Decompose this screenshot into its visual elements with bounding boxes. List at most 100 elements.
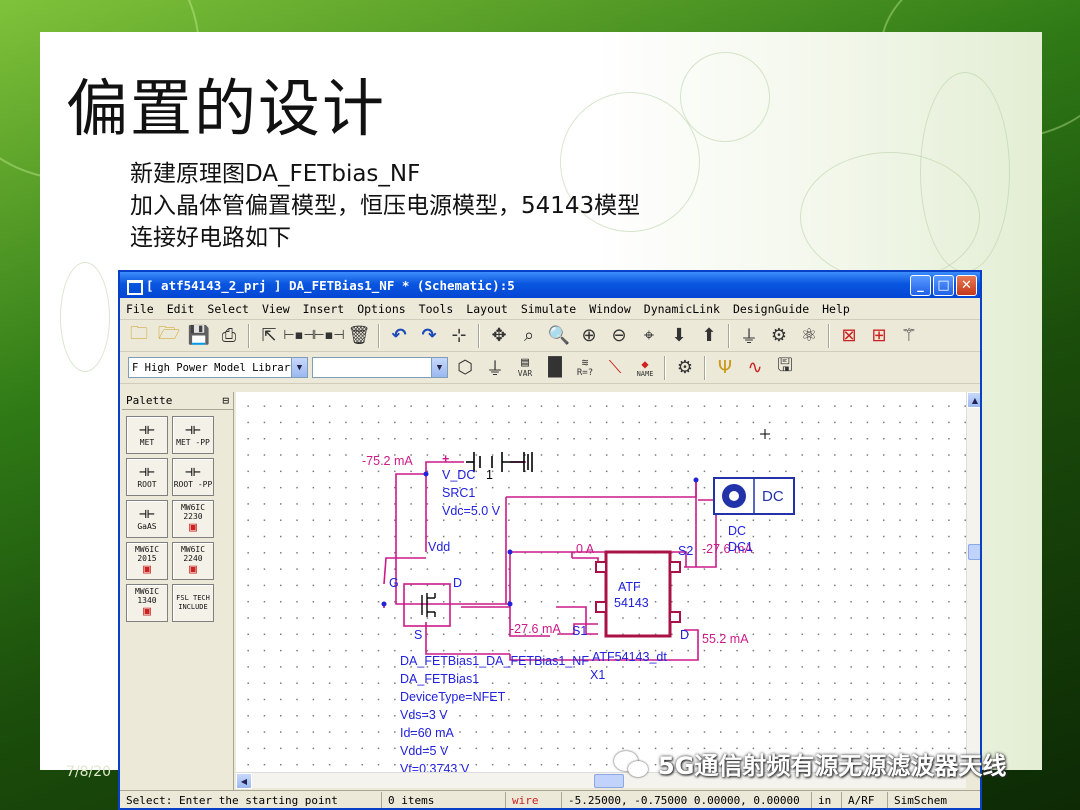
- library-select-value: F High Power Model Library: [132, 361, 291, 374]
- ground-wire-icon[interactable]: ⏚: [736, 323, 762, 349]
- bullet-3: 连接好电路如下: [130, 225, 291, 251]
- scroll-up-icon[interactable]: ▲: [967, 392, 980, 408]
- menu-designguide[interactable]: DesignGuide: [733, 302, 809, 316]
- simulate-icon[interactable]: ⚙: [766, 323, 792, 349]
- wire: [506, 480, 697, 498]
- atf-model-label: ATF54143_dt: [592, 650, 667, 664]
- schematic-canvas[interactable]: -75.2 mA + 1 V_DC SRC1 Vdc=5.0 V Vdd G D…: [236, 392, 966, 772]
- zoom-area-icon[interactable]: ⌕: [516, 323, 542, 349]
- palette-item-mw6ic-2240[interactable]: MW6IC 2240 ▣: [172, 542, 214, 580]
- palette-item-gaas[interactable]: ⊣⊢ GaAS: [126, 500, 168, 538]
- slide-title: 偏置的设计: [66, 72, 387, 145]
- palette-item-met[interactable]: ⊣⊢ MET: [126, 416, 168, 454]
- save-data-icon[interactable]: 🖫: [772, 355, 798, 381]
- menu-help[interactable]: Help: [822, 302, 850, 316]
- save-icon[interactable]: 💾: [186, 323, 212, 349]
- component-ports2-icon[interactable]: ⊢▪⊣: [313, 323, 344, 349]
- ads-schematic-window: [ atf54143_2_prj ] DA_FETBias1_NF * (Sch…: [118, 270, 982, 810]
- gate-pin-label: G: [389, 576, 399, 590]
- open-folder-icon[interactable]: 🗁: [156, 323, 182, 349]
- name-icon[interactable]: ◆ NAME: [632, 355, 658, 381]
- maximize-button[interactable]: □: [933, 274, 954, 296]
- vertical-scroll-thumb[interactable]: [968, 544, 980, 560]
- component-palette: Palette ⊟ ⊣⊢ MET ⊣⊢ MET -PP ⊣⊢ ROOT ⊣⊢ ROOT …: [122, 392, 234, 790]
- menu-select[interactable]: Select: [207, 302, 249, 316]
- redo-icon[interactable]: ↷: [416, 323, 442, 349]
- menu-file[interactable]: File: [126, 302, 154, 316]
- pop-up-icon[interactable]: ⬆: [696, 323, 722, 349]
- snap-icon[interactable]: ⊹: [446, 323, 472, 349]
- transistor-icon: ⊣⊢: [139, 464, 155, 480]
- menu-options[interactable]: Options: [357, 302, 405, 316]
- palette-item-fsl-tech-include[interactable]: FSL TECH INCLUDE: [172, 584, 214, 622]
- deactivate-icon[interactable]: ⊠: [836, 323, 862, 349]
- dock-icon[interactable]: ⊟: [222, 394, 229, 407]
- palette-item-root-pp[interactable]: ⊣⊢ ROOT -PP: [172, 458, 214, 496]
- atf-label-2: 54143: [614, 596, 649, 610]
- pin-box: [595, 601, 607, 613]
- zoom-in-icon[interactable]: 🔍: [546, 323, 572, 349]
- source-pin-label: S: [414, 628, 423, 642]
- new-folder-icon[interactable]: 🗀: [126, 323, 152, 349]
- tune-icon[interactable]: ⚛: [796, 323, 822, 349]
- close-button[interactable]: ✕: [956, 274, 977, 296]
- menu-tools[interactable]: Tools: [419, 302, 454, 316]
- tuning-fork-icon[interactable]: Ψ: [712, 355, 738, 381]
- print-icon[interactable]: ⎙: [216, 323, 242, 349]
- bias-label-4: Vds=3 V: [400, 708, 448, 722]
- minimize-button[interactable]: _: [910, 274, 931, 296]
- bias-label-2: DA_FETBias1: [400, 672, 480, 686]
- ground-icon[interactable]: ⏚: [482, 355, 508, 381]
- bar-chart-icon[interactable]: ▐▌: [541, 355, 569, 381]
- menu-simulate[interactable]: Simulate: [521, 302, 576, 316]
- wire-line-icon[interactable]: ⟍: [602, 355, 628, 381]
- pin-box: [669, 611, 681, 623]
- undo-icon[interactable]: ↶: [386, 323, 412, 349]
- menu-layout[interactable]: Layout: [466, 302, 508, 316]
- palette-item-met-pp[interactable]: ⊣⊢ MET -PP: [172, 416, 214, 454]
- chevron-down-icon[interactable]: ▼: [291, 358, 307, 377]
- menu-window[interactable]: Window: [589, 302, 631, 316]
- move-icon[interactable]: ✥: [486, 323, 512, 349]
- palette-item-root[interactable]: ⊣⊢ ROOT: [126, 458, 168, 496]
- chip-icon: ▣: [143, 604, 151, 619]
- wire: [585, 632, 598, 635]
- main-toolbar: 🗀 🗁 💾 ⎙ ⇱ ⊢▪⊣ ⊢▪⊣ 🗑 ↶ ↷ ⊹ ✥ ⌕ 🔍 ⊕ ⊖ ⌖ ⬇ …: [120, 320, 980, 352]
- menu-insert[interactable]: Insert: [303, 302, 345, 316]
- zoom-in-plus-icon[interactable]: ⊕: [576, 323, 602, 349]
- vertical-scrollbar[interactable]: ▲: [966, 392, 980, 772]
- palette-item-mw6ic-1340[interactable]: MW6IC 1340 ▣: [126, 584, 168, 622]
- dc-source: [466, 452, 533, 472]
- component-select[interactable]: ▼: [312, 357, 448, 378]
- library-select[interactable]: F High Power Model Library ▼: [128, 357, 308, 378]
- vdd-pin-label: Vdd: [428, 540, 451, 554]
- wand-icon[interactable]: ⚚: [896, 323, 922, 349]
- select-arrow-icon[interactable]: ⇱: [256, 323, 282, 349]
- pin-box: [669, 561, 681, 573]
- atf54143-transistor: [604, 550, 672, 638]
- dc-name-label: DC: [728, 524, 747, 538]
- pin-label: 1: [486, 468, 493, 482]
- window-titlebar[interactable]: [ atf54143_2_prj ] DA_FETBias1_NF * (Sch…: [120, 272, 980, 298]
- zoom-out-icon[interactable]: ⊖: [606, 323, 632, 349]
- status-prompt: Select: Enter the starting point: [120, 791, 382, 808]
- push-down-icon[interactable]: ⬇: [666, 323, 692, 349]
- palette-item-mw6ic-2015[interactable]: MW6IC 2015 ▣: [126, 542, 168, 580]
- menu-edit[interactable]: Edit: [167, 302, 195, 316]
- short-icon[interactable]: ⊞: [866, 323, 892, 349]
- status-ref: A/RF: [842, 791, 888, 808]
- delete-icon[interactable]: 🗑: [346, 323, 372, 349]
- menu-view[interactable]: View: [262, 302, 290, 316]
- status-coordinates: -5.25000, -0.75000 0.00000, 0.00000: [562, 791, 812, 808]
- waveform-icon[interactable]: ∿: [742, 355, 768, 381]
- port-icon[interactable]: ⬡: [452, 355, 478, 381]
- menu-dynamiclink[interactable]: DynamicLink: [644, 302, 720, 316]
- chevron-down-icon[interactable]: ▼: [431, 358, 447, 377]
- palette-item-mw6ic-2230[interactable]: MW6IC 2230 ▣: [172, 500, 214, 538]
- component-ports-icon[interactable]: ⊢▪⊣: [283, 323, 314, 349]
- gear-icon[interactable]: ⚙: [672, 355, 698, 381]
- fit-view-icon[interactable]: ⌖: [636, 323, 662, 349]
- r-param-icon[interactable]: ≋ R=?: [572, 355, 598, 381]
- scroll-left-icon[interactable]: ◀: [236, 773, 252, 789]
- var-icon[interactable]: ▤ VAR: [512, 355, 538, 381]
